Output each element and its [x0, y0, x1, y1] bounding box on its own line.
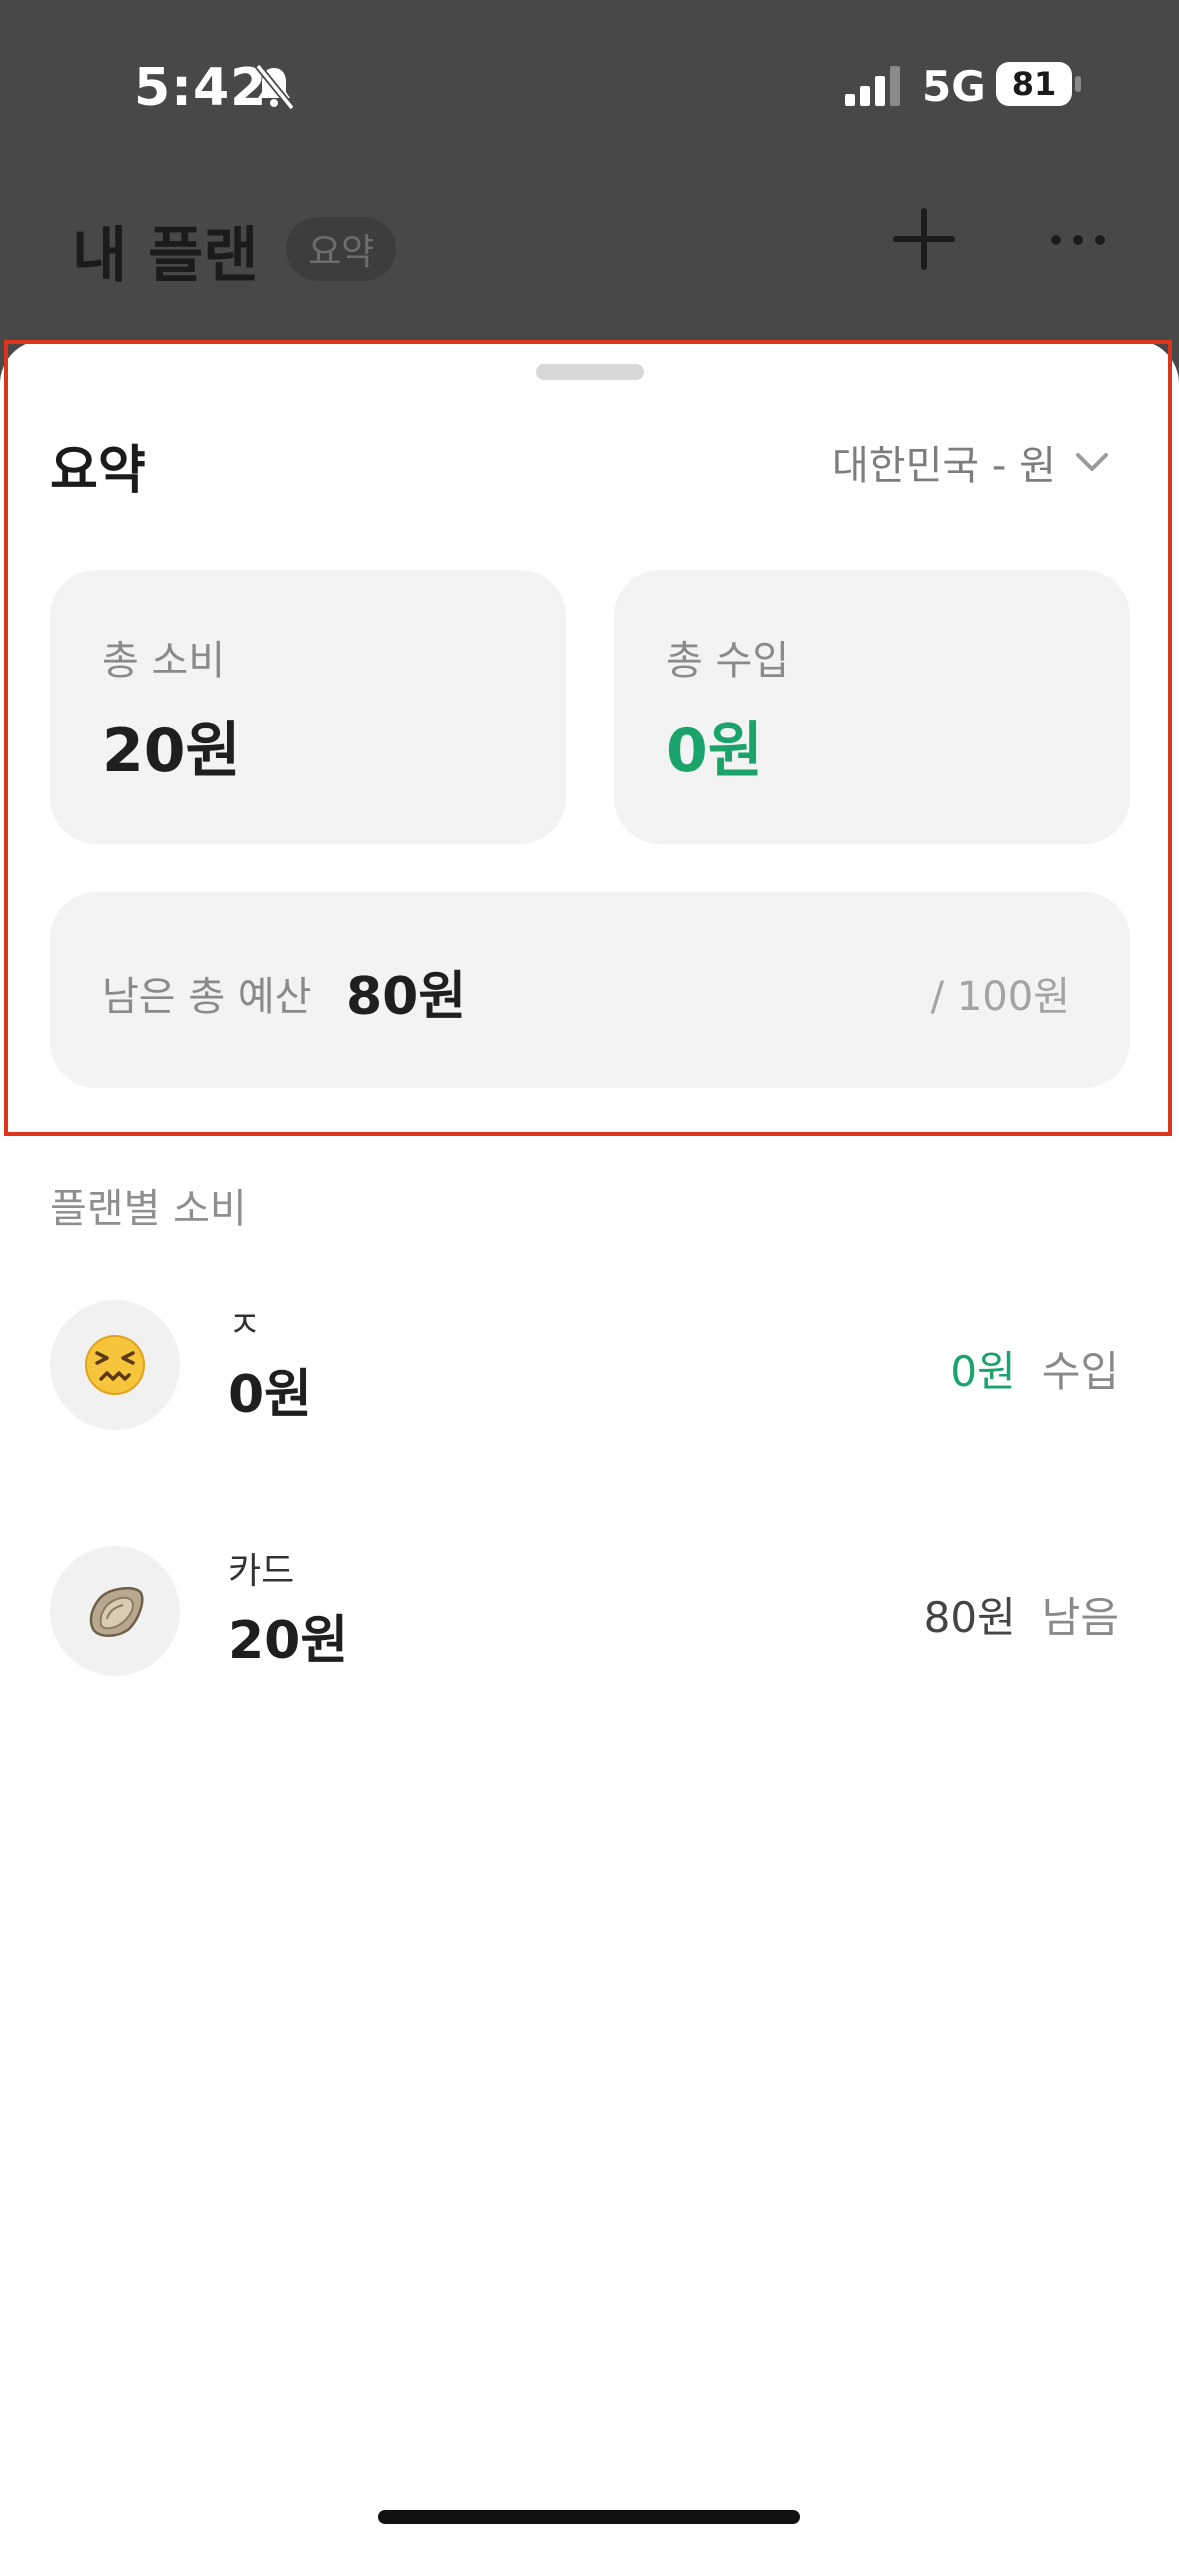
add-icon[interactable] — [890, 205, 958, 273]
budget-total: / 100원 — [930, 974, 1070, 1020]
confounded-face-icon — [85, 1335, 145, 1395]
plan-row[interactable]: 카드 20원 80원 남음 — [0, 1546, 1179, 1686]
plan-amount: 0원 — [228, 1365, 313, 1425]
plan-status-value: 80원 — [923, 1593, 1016, 1642]
summary-sheet: 요약 대한민국 - 원 총 소비 20원 총 수입 0원 남은 총 예산 80원… — [0, 340, 1179, 2556]
cellular-signal-icon — [845, 66, 900, 106]
sheet-drag-handle[interactable] — [536, 364, 644, 380]
plan-status-label: 남음 — [1041, 1593, 1119, 1642]
total-income-value: 0원 — [666, 716, 763, 786]
summary-title: 요약 — [50, 441, 146, 501]
oyster-icon — [89, 1587, 144, 1637]
plan-avatar — [50, 1546, 180, 1676]
chevron-down-icon — [1075, 453, 1108, 471]
network-type: 5G — [922, 62, 986, 111]
remaining-budget-label: 남은 총 예산 — [102, 974, 312, 1020]
plan-amount: 20원 — [228, 1611, 349, 1671]
total-income-label: 총 수입 — [666, 638, 790, 684]
app-header: 내 플랜 요약 — [0, 175, 1179, 340]
remaining-budget-value: 80원 — [346, 967, 467, 1027]
battery-level: 81 — [1011, 65, 1057, 103]
status-bar: 5:42 5G 81 — [0, 0, 1179, 175]
plan-status-label: 수입 — [1041, 1347, 1119, 1396]
plan-name: ㅈ — [228, 1305, 262, 1346]
total-spend-label: 총 소비 — [102, 638, 226, 684]
total-income-card: 총 수입 0원 — [614, 570, 1130, 844]
section-title: 플랜별 소비 — [50, 1186, 247, 1232]
plan-status: 80원 남음 — [924, 1584, 1119, 1645]
currency-label: 대한민국 - 원 — [832, 443, 1056, 489]
plan-avatar — [50, 1300, 180, 1430]
plan-status: 0원 수입 — [950, 1338, 1119, 1399]
total-spend-card: 총 소비 20원 — [50, 570, 566, 844]
battery-icon: 81 — [996, 62, 1082, 106]
plan-row[interactable]: ㅈ 0원 0원 수입 — [0, 1300, 1179, 1440]
plan-status-value: 0원 — [950, 1347, 1016, 1396]
plan-name: 카드 — [228, 1551, 295, 1592]
summary-badge[interactable]: 요약 — [286, 217, 397, 281]
more-options-icon[interactable] — [1046, 215, 1110, 265]
home-indicator[interactable] — [378, 2510, 800, 2524]
bell-muted-icon — [255, 63, 295, 110]
currency-dropdown[interactable]: 대한민국 - 원 — [832, 432, 1110, 492]
status-time: 5:42 — [134, 58, 268, 118]
remaining-budget-card: 남은 총 예산 80원 / 100원 — [50, 892, 1130, 1088]
page-title: 내 플랜 — [72, 221, 259, 291]
total-spend-value: 20원 — [102, 716, 241, 786]
